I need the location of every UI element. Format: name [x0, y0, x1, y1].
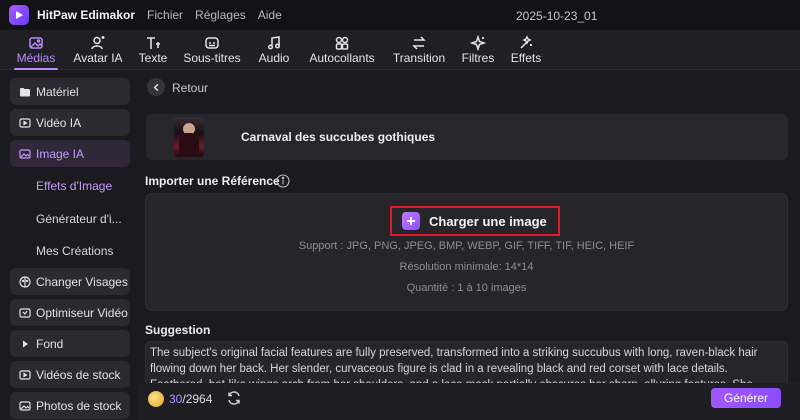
effects-icon: [520, 35, 532, 49]
main-toolbar: Médias Avatar IA Texte Sous-titres Audio…: [0, 30, 800, 70]
app-logo: [9, 5, 29, 25]
suggestion-textarea[interactable]: The subject's original facial features a…: [145, 341, 788, 389]
back-button[interactable]: [147, 78, 165, 96]
sidebar: Matériel Vidéo IA Image IA Effets d'Imag…: [0, 71, 138, 420]
upload-dropzone[interactable]: Charger une image Support : JPG, PNG, JP…: [145, 193, 788, 311]
upload-support-formats: Support : JPG, PNG, JPEG, BMP, WEBP, GIF…: [298, 240, 635, 252]
sidebar-item-changer-visages[interactable]: Changer Visages: [10, 268, 130, 295]
chevron-left-icon: [153, 83, 158, 91]
folder-icon: [20, 87, 30, 96]
tab-filtres[interactable]: Filtres: [459, 30, 497, 70]
info-icon[interactable]: [276, 174, 290, 188]
tab-texte[interactable]: Texte: [135, 30, 171, 70]
plus-box: [402, 212, 420, 230]
effect-thumbnail: [174, 117, 204, 157]
sticker-icon: [335, 36, 349, 50]
plus-icon: [407, 217, 415, 225]
upload-image-button[interactable]: Charger une image: [390, 206, 560, 236]
project-title: 2025-10-23_01: [516, 9, 598, 23]
sidebar-subitem-mes-creations[interactable]: Mes Créations: [36, 244, 113, 258]
image-ai-icon: [19, 148, 31, 159]
stock-video-icon: [19, 369, 31, 380]
credits-used: 30: [169, 392, 183, 406]
upload-button-label: Charger une image: [429, 213, 547, 229]
tab-effets[interactable]: Effets: [507, 30, 545, 70]
reference-section-label: Importer une Référence: [145, 174, 280, 188]
tab-avatar-ia[interactable]: Avatar IA: [70, 30, 126, 70]
face-swap-icon: [19, 275, 31, 288]
credits-counter: 30/2964: [169, 392, 212, 406]
effect-name: Carnaval des succubes gothiques: [241, 130, 436, 144]
credits-total: /2964: [182, 392, 213, 406]
sidebar-subitem-effets-image[interactable]: Effets d'Image: [36, 179, 112, 193]
menu-help[interactable]: Aide: [258, 8, 282, 22]
tab-sous-titres[interactable]: Sous-titres: [180, 30, 244, 70]
sidebar-item-fond[interactable]: Fond: [10, 330, 130, 357]
tab-audio[interactable]: Audio: [254, 30, 294, 70]
image-icon: [29, 37, 43, 49]
video-enhance-icon: [19, 307, 31, 318]
menu-file[interactable]: Fichier: [147, 8, 183, 22]
refresh-icon[interactable]: [226, 390, 242, 406]
avatar-icon: [91, 36, 105, 50]
tab-transition[interactable]: Transition: [389, 30, 449, 70]
back-label[interactable]: Retour: [172, 81, 208, 95]
play-logo-icon: [16, 11, 23, 19]
sidebar-item-photos-stock[interactable]: Photos de stock: [10, 392, 130, 419]
suggestion-section-label: Suggestion: [145, 323, 211, 337]
tab-autocollants[interactable]: Autocollants: [305, 30, 379, 70]
upload-quantity: Quantité : 1 à 10 images: [406, 282, 527, 294]
video-ai-icon: [19, 117, 31, 128]
upload-min-resolution: Résolution minimale: 14*14: [399, 261, 534, 273]
title-bar: HitPaw Edimakor Fichier Réglages Aide 20…: [0, 0, 800, 30]
tab-medias[interactable]: Médias: [10, 30, 62, 70]
text-icon: [147, 37, 160, 49]
app-name: HitPaw Edimakor: [37, 8, 136, 22]
sidebar-subitem-generateur[interactable]: Générateur d'i...: [36, 212, 122, 226]
transition-icon: [412, 36, 426, 50]
filter-icon: [470, 35, 486, 51]
music-icon: [267, 36, 281, 50]
play-triangle-icon: [23, 340, 28, 347]
generate-button[interactable]: Générer: [711, 388, 781, 408]
sidebar-item-videos-stock[interactable]: Vidéos de stock: [10, 361, 130, 388]
main-panel: Retour Carnaval des succubes gothiques I…: [138, 71, 800, 420]
sidebar-item-video-ia[interactable]: Vidéo IA: [10, 109, 130, 136]
menu-settings[interactable]: Réglages: [195, 8, 246, 22]
selected-effect-card[interactable]: Carnaval des succubes gothiques: [146, 114, 788, 160]
stock-photo-icon: [19, 400, 31, 411]
sidebar-item-materiel[interactable]: Matériel: [10, 78, 130, 105]
bottom-bar: 30/2964 Générer: [138, 383, 800, 420]
coin-icon: [148, 391, 164, 407]
sidebar-item-image-ia[interactable]: Image IA: [10, 140, 130, 167]
sidebar-item-optimiseur-video[interactable]: Optimiseur Vidéo: [10, 299, 130, 326]
subtitles-icon: [205, 37, 219, 49]
